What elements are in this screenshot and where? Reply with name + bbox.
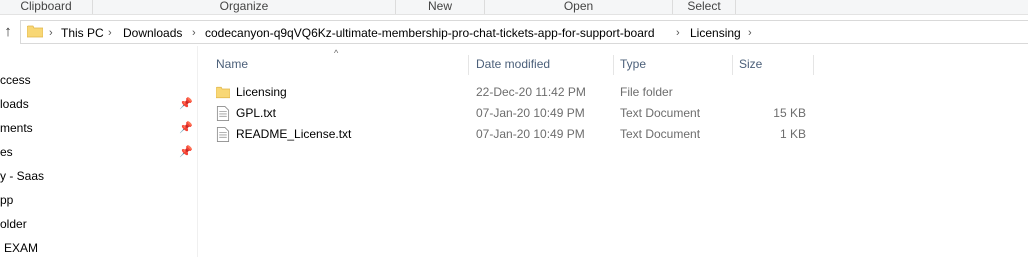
chevron-right-icon[interactable]: › — [49, 25, 53, 41]
ribbon-group-new[interactable]: New — [396, 0, 484, 14]
column-header-name[interactable]: Name — [210, 55, 469, 75]
address-bar[interactable]: › This PC › Downloads › codecanyon-q9qVQ… — [20, 20, 1028, 44]
file-row[interactable]: README_License.txt 07-Jan-20 10:49 PM Te… — [213, 124, 813, 145]
navigation-pane: ccess loads 📌 ments 📌 es 📌 y - Saas pp o… — [0, 46, 198, 257]
file-name: GPL.txt — [236, 106, 277, 120]
chevron-right-icon[interactable]: › — [192, 25, 196, 41]
file-type: Text Document — [620, 106, 701, 120]
column-header-date-modified[interactable]: Date modified — [470, 55, 614, 75]
text-document-icon — [216, 127, 230, 142]
chevron-right-icon[interactable]: › — [748, 25, 752, 41]
up-arrow-icon[interactable]: ↑ — [0, 22, 16, 42]
ribbon: Clipboard Organize New Open Select — [0, 0, 1028, 15]
text-document-icon — [216, 106, 230, 121]
column-header-type[interactable]: Type — [614, 55, 733, 75]
file-size: 1 KB — [779, 127, 806, 141]
file-date-modified: 07-Jan-20 10:49 PM — [476, 127, 585, 141]
nav-item-documents[interactable]: ments — [0, 118, 33, 138]
file-list: ^ Name Date modified Type Size Licensing… — [197, 46, 1028, 257]
folder-icon — [216, 86, 230, 99]
ribbon-separator — [735, 0, 736, 14]
chevron-right-icon[interactable]: › — [676, 25, 680, 41]
file-type: File folder — [620, 85, 673, 99]
nav-item-quick-access[interactable]: ccess — [0, 70, 31, 90]
nav-item-pictures[interactable]: es — [0, 142, 13, 162]
ribbon-group-open[interactable]: Open — [485, 0, 672, 14]
ribbon-group-select[interactable]: Select — [673, 0, 735, 14]
ribbon-group-organize[interactable]: Organize — [93, 0, 395, 14]
file-date-modified: 07-Jan-20 10:49 PM — [476, 106, 585, 120]
file-row[interactable]: Licensing 22-Dec-20 11:42 PM File folder — [213, 82, 813, 103]
column-header-size[interactable]: Size — [733, 55, 814, 75]
breadcrumb-downloads[interactable]: Downloads — [123, 25, 182, 41]
file-size — [736, 82, 806, 103]
breadcrumb-this-pc[interactable]: This PC — [61, 25, 104, 41]
nav-item-downloads[interactable]: loads — [0, 94, 29, 114]
chevron-right-icon[interactable]: › — [108, 25, 112, 41]
file-type: Text Document — [620, 127, 701, 141]
folder-icon — [27, 25, 43, 38]
pin-icon[interactable]: 📌 — [179, 98, 193, 110]
address-row: ↑ › This PC › Downloads › codecanyon-q9q… — [0, 19, 1028, 46]
file-name: README_License.txt — [236, 127, 352, 141]
pin-icon[interactable]: 📌 — [179, 146, 193, 158]
file-name: Licensing — [236, 85, 287, 99]
nav-item-app[interactable]: pp — [0, 190, 13, 210]
file-row[interactable]: GPL.txt 07-Jan-20 10:49 PM Text Document… — [213, 103, 813, 124]
file-date-modified: 22-Dec-20 11:42 PM — [476, 85, 586, 99]
breadcrumb-licensing[interactable]: Licensing — [690, 25, 741, 41]
nav-item-saas[interactable]: y - Saas — [0, 166, 44, 186]
ribbon-group-clipboard[interactable]: Clipboard — [0, 0, 92, 14]
nav-item-exam[interactable]: EXAM — [4, 238, 38, 258]
breadcrumb-codecanyon-folder[interactable]: codecanyon-q9qVQ6Kz-ultimate-membership-… — [205, 25, 655, 41]
file-size: 15 KB — [773, 106, 806, 120]
nav-item-folder[interactable]: older — [0, 214, 27, 234]
pin-icon[interactable]: 📌 — [179, 122, 193, 134]
